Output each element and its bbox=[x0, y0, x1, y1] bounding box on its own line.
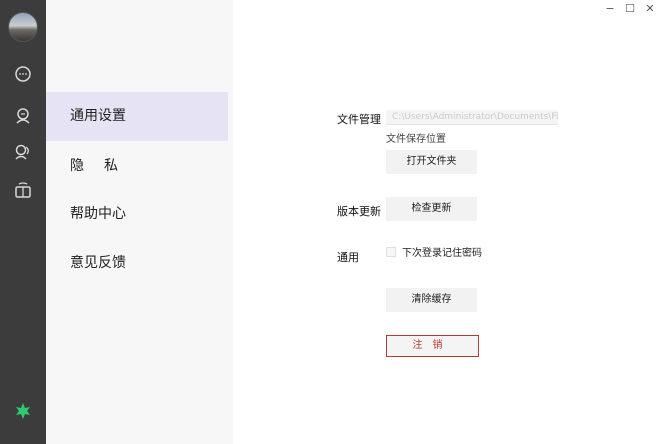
chat-icon[interactable] bbox=[13, 64, 33, 84]
nav-item-general[interactable]: 通用设置 bbox=[46, 92, 228, 141]
nav-item-privacy[interactable]: 隐私 bbox=[46, 142, 228, 191]
file-path-field[interactable]: C:\Users\Administrator\Documents\Files bbox=[386, 110, 558, 125]
clear-cache-button[interactable]: 清除缓存 bbox=[386, 288, 477, 312]
file-save-location-hint: 文件保存位置 bbox=[386, 134, 446, 145]
file-management-label: 文件管理 bbox=[337, 113, 381, 126]
logout-button[interactable]: 注销 bbox=[386, 335, 479, 357]
window-controls: − ☐ ✕ bbox=[604, 2, 656, 15]
check-update-button[interactable]: 检查更新 bbox=[386, 197, 477, 221]
open-folder-button[interactable]: 打开文件夹 bbox=[386, 150, 477, 174]
version-update-label: 版本更新 bbox=[337, 205, 381, 218]
nav-item-help[interactable]: 帮助中心 bbox=[46, 190, 228, 239]
remember-password-row[interactable]: 下次登录记住密码 bbox=[386, 244, 482, 259]
close-button[interactable]: ✕ bbox=[644, 2, 656, 15]
contacts-icon[interactable] bbox=[13, 106, 33, 126]
settings-nav: 通用设置 隐私 帮助中心 意见反馈 bbox=[46, 0, 233, 444]
maximize-button[interactable]: ☐ bbox=[624, 2, 636, 15]
app-rail bbox=[0, 0, 46, 444]
general-label: 通用 bbox=[337, 251, 359, 264]
nav-item-feedback[interactable]: 意见反馈 bbox=[46, 239, 228, 288]
minimize-button[interactable]: − bbox=[604, 2, 616, 15]
leaf-icon[interactable] bbox=[14, 402, 32, 420]
remember-password-checkbox[interactable] bbox=[386, 246, 396, 257]
remember-password-label: 下次登录记住密码 bbox=[402, 248, 482, 259]
avatar[interactable] bbox=[8, 12, 38, 42]
discover-icon[interactable] bbox=[13, 180, 33, 200]
groups-icon[interactable] bbox=[13, 142, 33, 162]
